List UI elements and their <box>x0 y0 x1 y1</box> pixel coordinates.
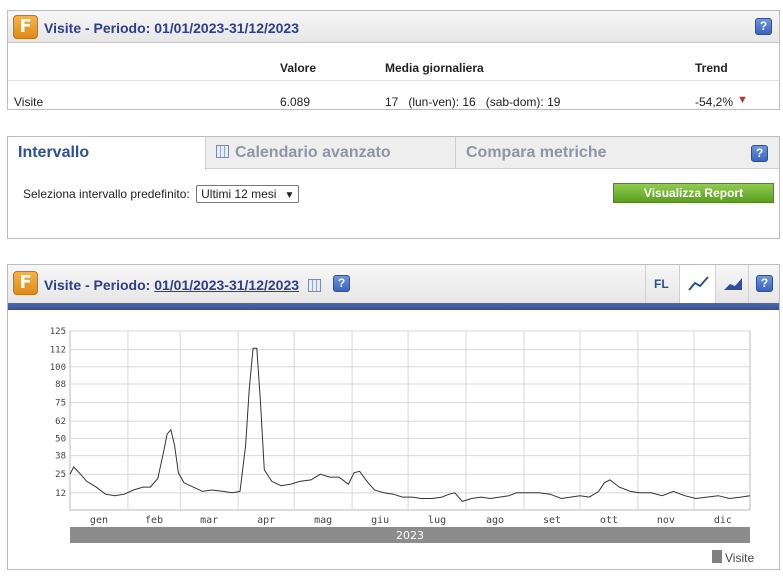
interval-panel: Intervallo Calendario avanzato Compara m… <box>7 136 780 239</box>
table-row: Visite 6.089 17 (lun-ven): 16 (sab-dom):… <box>8 81 779 117</box>
header-media-giornaliera: Media giornaliera <box>385 61 484 75</box>
chart-panel: F Visite - Periodo: 01/01/2023-31/12/202… <box>7 264 780 570</box>
y-tick-label: 62 <box>55 417 66 427</box>
calendar-icon[interactable] <box>308 279 321 292</box>
chart-title: Visite - Periodo: 01/01/2023-31/12/2023 <box>44 277 299 293</box>
visits-line-chart: 12253850627588100112125 gen feb mar apr mag g… <box>50 327 755 565</box>
x-tick-label: nov <box>657 515 675 526</box>
x-tick-label: lug <box>428 515 446 526</box>
preset-interval-label: Seleziona intervallo predefinito: <box>23 187 190 201</box>
y-tick-label: 25 <box>55 470 66 480</box>
x-tick-label: dic <box>714 515 732 526</box>
x-axis-ticks: gen feb mar apr mag giu lug ago set ott nov dic <box>90 515 732 526</box>
legend-label: Visite <box>725 551 754 565</box>
row-valore: 6.089 <box>280 95 311 109</box>
row-label: Visite <box>14 95 44 109</box>
x-tick-label: apr <box>257 515 275 526</box>
help-icon[interactable]: ? <box>333 275 350 292</box>
summary-table: Valore Media giornaliera Trend Visite 6.… <box>8 43 779 117</box>
app-logo-icon: F <box>13 15 38 39</box>
x-tick-label: gen <box>90 515 108 526</box>
area-chart-icon <box>724 278 742 290</box>
legend-swatch <box>712 550 722 563</box>
tab-compara-metriche[interactable]: Compara metriche <box>456 137 736 169</box>
x-tick-label: mag <box>314 515 332 526</box>
help-icon: ? <box>756 275 773 292</box>
plot-area <box>69 330 751 511</box>
row-media: 17 (lun-ven): 16 (sab-dom): 19 <box>385 95 561 109</box>
y-tick-label: 112 <box>50 346 66 356</box>
chart-grid <box>69 330 751 511</box>
interval-tabs: Intervallo Calendario avanzato Compara m… <box>8 137 779 170</box>
calendar-icon <box>216 145 229 158</box>
chart-period-link[interactable]: 01/01/2023-31/12/2023 <box>154 277 299 293</box>
down-arrow-icon: ▼ <box>737 94 748 106</box>
chart-title-prefix: Visite - Periodo: <box>44 277 151 293</box>
y-tick-label: 75 <box>55 399 66 409</box>
x-tick-label: set <box>543 515 561 526</box>
header-divider <box>8 303 779 310</box>
help-button[interactable]: ? <box>748 265 780 303</box>
x-tick-label: ago <box>486 515 504 526</box>
line-chart-button[interactable] <box>679 265 715 303</box>
summary-table-header: Valore Media giornaliera Trend <box>8 43 779 81</box>
y-tick-label: 50 <box>55 434 66 444</box>
y-axis-ticks: 12 25 38 50 62 75 88 100 112 125 <box>50 327 66 499</box>
y-tick-label: 88 <box>55 380 66 390</box>
help-icon[interactable]: ? <box>755 18 772 35</box>
year-label: 2023 <box>396 529 424 542</box>
header-trend: Trend <box>695 61 728 75</box>
x-tick-label: feb <box>145 515 163 526</box>
tab-calendario-avanzato[interactable]: Calendario avanzato <box>206 137 456 169</box>
header-valore: Valore <box>280 61 317 75</box>
area-chart-button[interactable] <box>715 265 748 303</box>
y-tick-label: 12 <box>55 489 66 499</box>
app-logo-icon: F <box>13 271 38 295</box>
preset-interval-row: Seleziona intervallo predefinito: Ultimi… <box>23 185 300 203</box>
x-tick-label: mar <box>200 515 218 526</box>
x-tick-label: ott <box>600 515 618 526</box>
row-trend: -54,2% <box>695 95 734 109</box>
summary-panel: F Visite - Periodo: 01/01/2023-31/12/202… <box>7 10 780 110</box>
fl-label: FL <box>654 277 669 291</box>
x-tick-label: giu <box>371 515 389 526</box>
chevron-down-icon: ▼ <box>284 190 295 201</box>
chart-header: F Visite - Periodo: 01/01/2023-31/12/202… <box>8 265 779 303</box>
preset-interval-select[interactable]: Ultimi 12 mesi ▼ <box>196 185 300 203</box>
tab-calendario-label: Calendario avanzato <box>235 144 391 161</box>
fl-button[interactable]: FL <box>645 265 679 303</box>
line-chart-icon <box>688 276 709 291</box>
tab-intervallo[interactable]: Intervallo <box>8 137 206 170</box>
y-tick-label: 125 <box>50 327 66 337</box>
preset-interval-value: Ultimi 12 mesi <box>201 187 277 201</box>
visualizza-report-button[interactable]: Visualizza Report <box>613 183 774 203</box>
summary-title: Visite - Periodo: 01/01/2023-31/12/2023 <box>44 20 300 36</box>
help-icon[interactable]: ? <box>751 145 768 162</box>
y-tick-label: 38 <box>55 452 66 462</box>
summary-header: F Visite - Periodo: 01/01/2023-31/12/202… <box>8 11 779 43</box>
y-tick-label: 100 <box>50 363 66 373</box>
